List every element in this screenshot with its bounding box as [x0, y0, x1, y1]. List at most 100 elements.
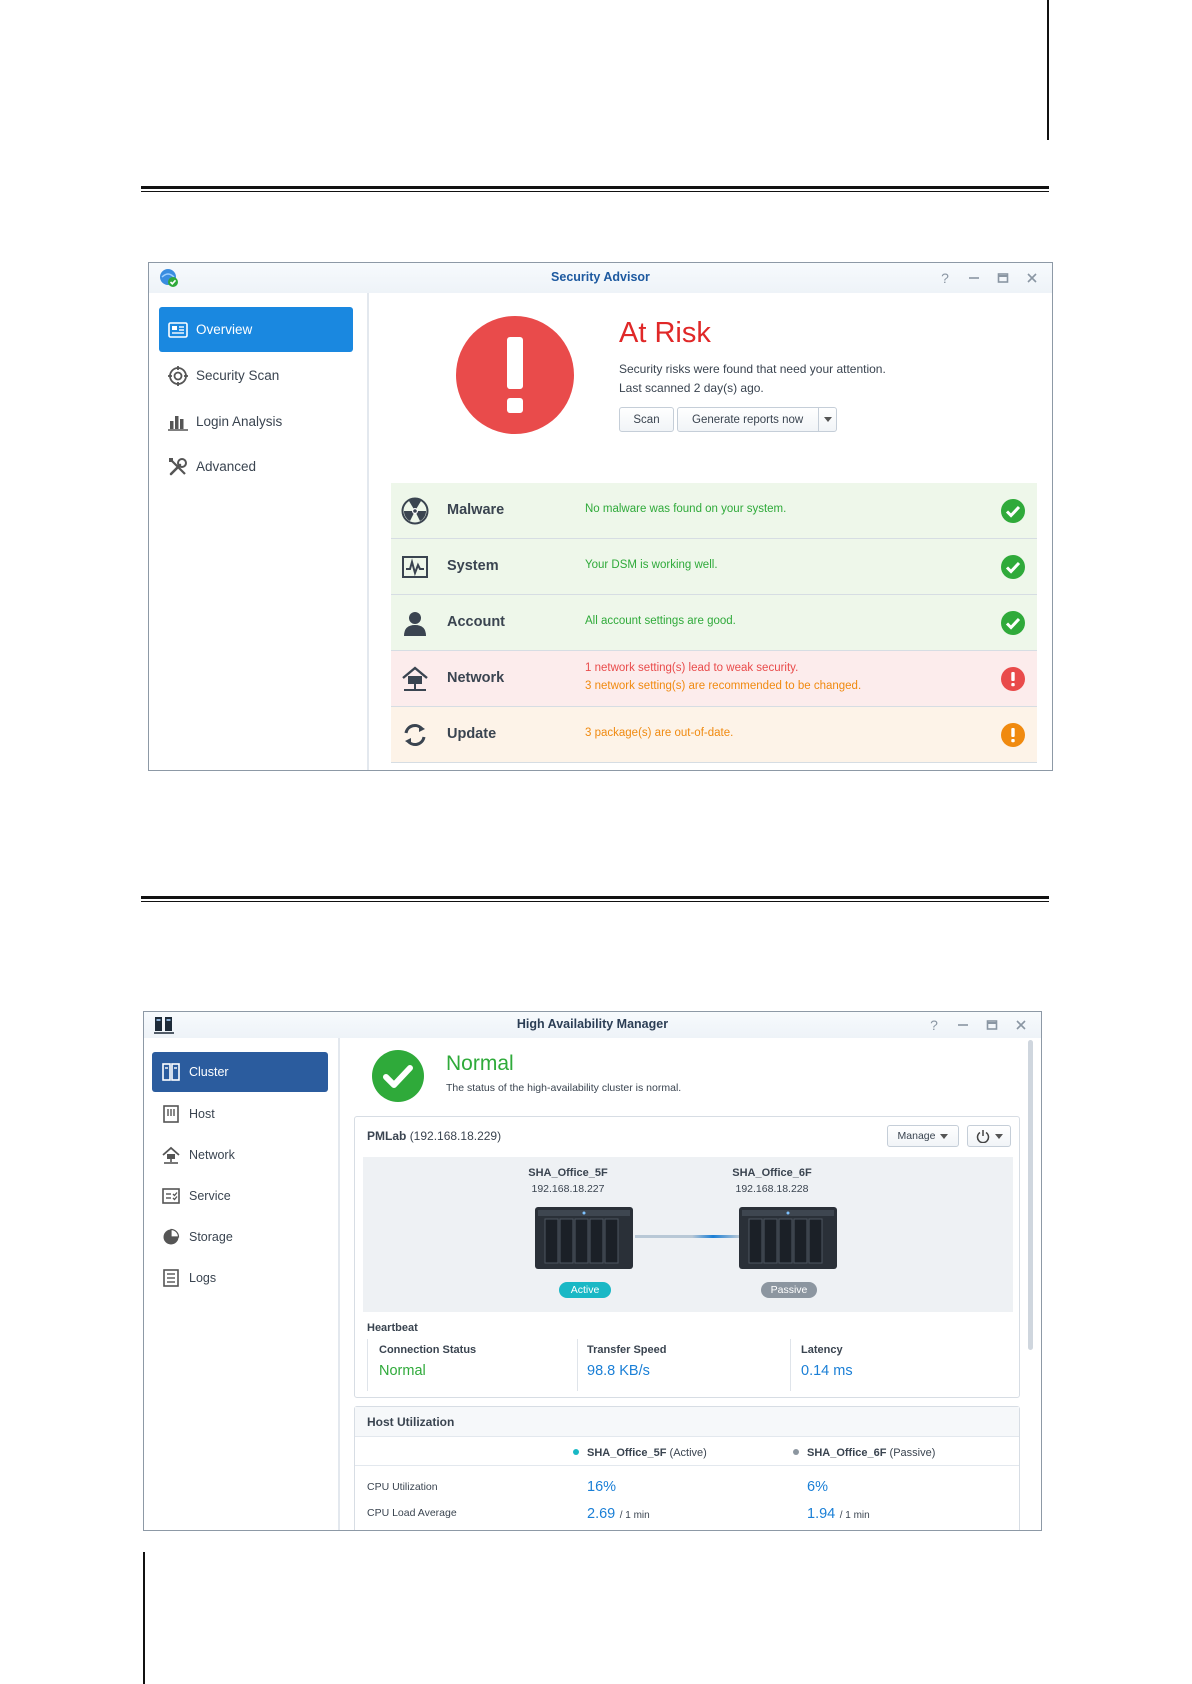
sidebar-item-logs[interactable]: Logs	[160, 1258, 216, 1298]
utilization-column-passive: SHA_Office_6F (Passive)	[793, 1447, 935, 1459]
passive-dot-icon	[793, 1449, 799, 1455]
page-margin-line-top	[1047, 0, 1049, 140]
sidebar-item-label: Storage	[189, 1230, 233, 1244]
help-icon[interactable]: ?	[935, 268, 955, 288]
content-scrollbar[interactable]	[1028, 1040, 1033, 1350]
radiation-icon	[401, 497, 429, 525]
active-dot-icon	[573, 1449, 579, 1455]
minimize-icon[interactable]	[964, 268, 984, 288]
minimize-icon[interactable]	[953, 1015, 973, 1035]
security-category-row-account[interactable]: Account All account settings are good.	[391, 595, 1037, 651]
host-2-ip: 192.168.18.228	[735, 1183, 809, 1195]
user-icon	[401, 609, 429, 637]
status-title: At Risk	[619, 317, 711, 349]
host-1-ip: 192.168.18.227	[531, 1183, 605, 1195]
cluster-icon	[160, 1061, 182, 1083]
heartbeat-link	[635, 1235, 739, 1238]
sidebar-item-security-scan[interactable]: Security Scan	[167, 353, 279, 398]
host-icon	[160, 1103, 182, 1125]
host-1-name: SHA_Office_5F	[528, 1167, 608, 1179]
cpu-utilization-passive-value: 6%	[807, 1479, 828, 1495]
sidebar-item-label: Logs	[189, 1271, 217, 1285]
security-category-row-malware[interactable]: Malware No malware was found on your syst…	[391, 483, 1037, 539]
window-title: High Availability Manager	[516, 1017, 669, 1031]
sidebar-item-service[interactable]: Service	[160, 1176, 231, 1216]
power-button[interactable]	[967, 1125, 1011, 1147]
category-message: No malware was found on your system.	[585, 503, 787, 515]
connection-status-value: Normal	[379, 1363, 426, 1379]
cpu-load-active: 2.69 / 1 min	[587, 1505, 650, 1523]
maximize-icon[interactable]	[982, 1015, 1002, 1035]
host-utilization-panel: Host Utilization SHA_Office_5F (Active) …	[354, 1406, 1020, 1530]
help-icon[interactable]: ?	[924, 1015, 944, 1035]
category-name: Account	[447, 614, 505, 630]
at-risk-status-icon	[456, 316, 574, 434]
security-category-row-system[interactable]: System Your DSM is working well.	[391, 539, 1037, 595]
cpu-load-passive-value: 1.94	[807, 1506, 836, 1522]
security-category-row-network[interactable]: Network 1 network setting(s) lead to weak…	[391, 651, 1037, 707]
sidebar-item-label: Security Scan	[196, 368, 280, 383]
close-icon[interactable]	[1022, 268, 1042, 288]
generate-reports-button[interactable]: Generate reports now	[677, 407, 837, 432]
last-scanned-text: Last scanned 2 day(s) ago.	[619, 381, 764, 395]
status-description: The status of the high-availability clus…	[446, 1082, 682, 1094]
active-role-badge: Active	[559, 1282, 611, 1298]
sidebar-item-host[interactable]: Host	[160, 1094, 215, 1134]
document-page: Security Advisor ? Overview Security Sca…	[0, 0, 1192, 1684]
security-advisor-window: Security Advisor ? Overview Security Sca…	[148, 262, 1053, 771]
service-checklist-icon	[160, 1185, 182, 1207]
page-margin-line-bottom	[143, 1552, 145, 1684]
check-circle-icon	[1001, 499, 1025, 523]
cluster-panel: PMLab (192.168.18.229) Manage SHA_Office…	[354, 1116, 1020, 1398]
sidebar-item-login-analysis[interactable]: Login Analysis	[167, 399, 282, 444]
manage-button[interactable]: Manage	[887, 1125, 959, 1147]
maximize-icon[interactable]	[993, 268, 1013, 288]
sidebar-item-storage[interactable]: Storage	[160, 1217, 233, 1257]
close-icon[interactable]	[1011, 1015, 1031, 1035]
connection-status-label: Connection Status	[379, 1344, 477, 1356]
sidebar-item-label: Overview	[196, 322, 253, 337]
sidebar-item-network[interactable]: Network	[160, 1135, 235, 1175]
host-2-name: SHA_Office_6F	[732, 1167, 812, 1179]
pie-chart-icon	[160, 1226, 182, 1248]
cpu-load-average-label: CPU Load Average	[367, 1507, 457, 1519]
security-category-row-update[interactable]: Update 3 package(s) are out-of-date.	[391, 707, 1037, 763]
category-name: Malware	[447, 502, 505, 518]
logs-list-icon	[160, 1267, 182, 1289]
ha-manager-sidebar: Cluster Host Network Service Storage Log…	[144, 1038, 340, 1530]
category-name: Network	[447, 670, 505, 686]
security-advisor-titlebar[interactable]: Security Advisor ?	[149, 263, 1052, 293]
nas-device-active-icon	[535, 1207, 633, 1269]
category-message: 1 network setting(s) lead to weak securi…	[585, 662, 799, 674]
passive-role-badge: Passive	[761, 1282, 817, 1298]
sidebar-item-cluster[interactable]: Cluster	[152, 1052, 328, 1092]
column-host-name: SHA_Office_5F	[587, 1447, 667, 1459]
sidebar-item-label: Network	[189, 1148, 235, 1162]
network-home-icon	[401, 665, 429, 693]
cpu-load-passive-unit: / 1 min	[839, 1510, 870, 1521]
sidebar-item-advanced[interactable]: Advanced	[167, 444, 256, 489]
ha-manager-window: High Availability Manager ? Cluster Host…	[143, 1011, 1042, 1531]
section-rule-2	[141, 896, 1049, 902]
normal-status-icon	[372, 1050, 424, 1102]
heartbeat-title: Heartbeat	[367, 1322, 418, 1334]
refresh-icon	[401, 721, 429, 749]
sidebar-item-overview[interactable]: Overview	[159, 307, 353, 352]
cluster-diagram: SHA_Office_5F 192.168.18.227 SHA_Office_…	[363, 1157, 1013, 1312]
chevron-down-icon	[994, 1133, 1003, 1139]
scan-button[interactable]: Scan	[619, 407, 674, 432]
sidebar-item-label: Service	[189, 1189, 231, 1203]
category-message: Your DSM is working well.	[585, 559, 718, 571]
ha-manager-titlebar[interactable]: High Availability Manager ?	[144, 1012, 1041, 1038]
security-advisor-sidebar: Overview Security Scan Login Analysis Ad…	[149, 293, 369, 770]
overview-icon	[167, 319, 189, 341]
check-circle-icon	[1001, 555, 1025, 579]
category-message: 3 package(s) are out-of-date.	[585, 727, 734, 739]
transfer-speed-value: 98.8 KB/s	[587, 1363, 650, 1379]
pulse-monitor-icon	[401, 553, 429, 581]
chevron-down-icon[interactable]	[818, 408, 836, 431]
cpu-utilization-label: CPU Utilization	[367, 1481, 438, 1493]
bar-chart-icon	[167, 411, 189, 433]
window-title: Security Advisor	[551, 270, 650, 284]
check-circle-icon	[1001, 611, 1025, 635]
